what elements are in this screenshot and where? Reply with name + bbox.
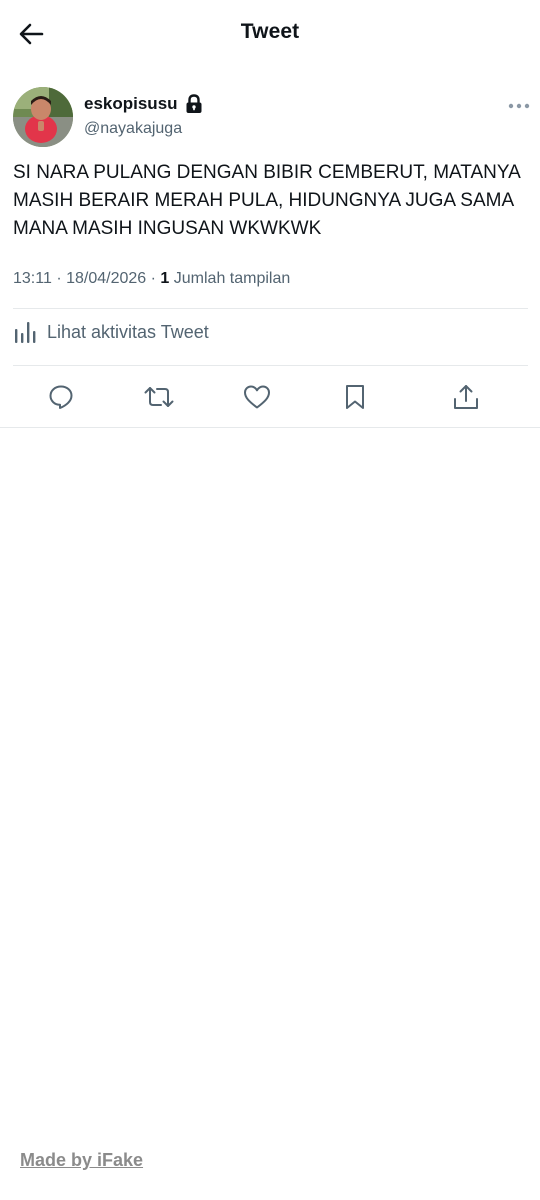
- lock-icon: [185, 94, 203, 114]
- top-bar: Tweet: [0, 0, 540, 68]
- more-horizontal-icon: [508, 103, 530, 109]
- meta-separator-2: ·: [150, 270, 156, 287]
- tweet-meta: 13:11 · 18/04/2026 · 1 Jumlah tampilan: [13, 270, 290, 288]
- display-name[interactable]: eskopisusu: [84, 94, 178, 114]
- user-name-row: eskopisusu: [84, 94, 203, 114]
- tweet-actions: [0, 372, 540, 422]
- tweet-activity-link[interactable]: Lihat aktivitas Tweet: [13, 320, 209, 344]
- analytics-icon: [15, 322, 36, 343]
- like-button[interactable]: [242, 382, 272, 412]
- meta-separator: ·: [56, 270, 62, 287]
- page-title: Tweet: [240, 20, 300, 43]
- share-button[interactable]: [451, 382, 481, 412]
- divider: [0, 427, 540, 428]
- avatar-photo: [13, 87, 73, 147]
- activity-label: Lihat aktivitas Tweet: [47, 321, 209, 342]
- divider: [13, 308, 528, 309]
- avatar[interactable]: [13, 87, 73, 147]
- retweet-icon: [144, 387, 174, 407]
- more-options-button[interactable]: [506, 96, 532, 116]
- bookmark-icon: [346, 385, 364, 409]
- views-count: 1: [160, 270, 170, 287]
- reply-icon: [49, 385, 73, 409]
- tweet-date[interactable]: 18/04/2026: [66, 270, 146, 287]
- tweet-text: SI NARA PULANG DENGAN BIBIR CEMBERUT, MA…: [13, 162, 520, 239]
- reply-button[interactable]: [46, 382, 76, 412]
- heart-icon: [244, 385, 270, 409]
- user-handle[interactable]: @nayakajuga: [84, 120, 182, 138]
- views-label: Jumlah tampilan: [173, 270, 291, 287]
- retweet-button[interactable]: [144, 382, 174, 412]
- divider: [13, 365, 528, 366]
- watermark-text: Made by iFake: [20, 1150, 144, 1170]
- bookmark-button[interactable]: [340, 382, 370, 412]
- tweet-time[interactable]: 13:11: [13, 270, 52, 287]
- share-icon: [454, 385, 478, 409]
